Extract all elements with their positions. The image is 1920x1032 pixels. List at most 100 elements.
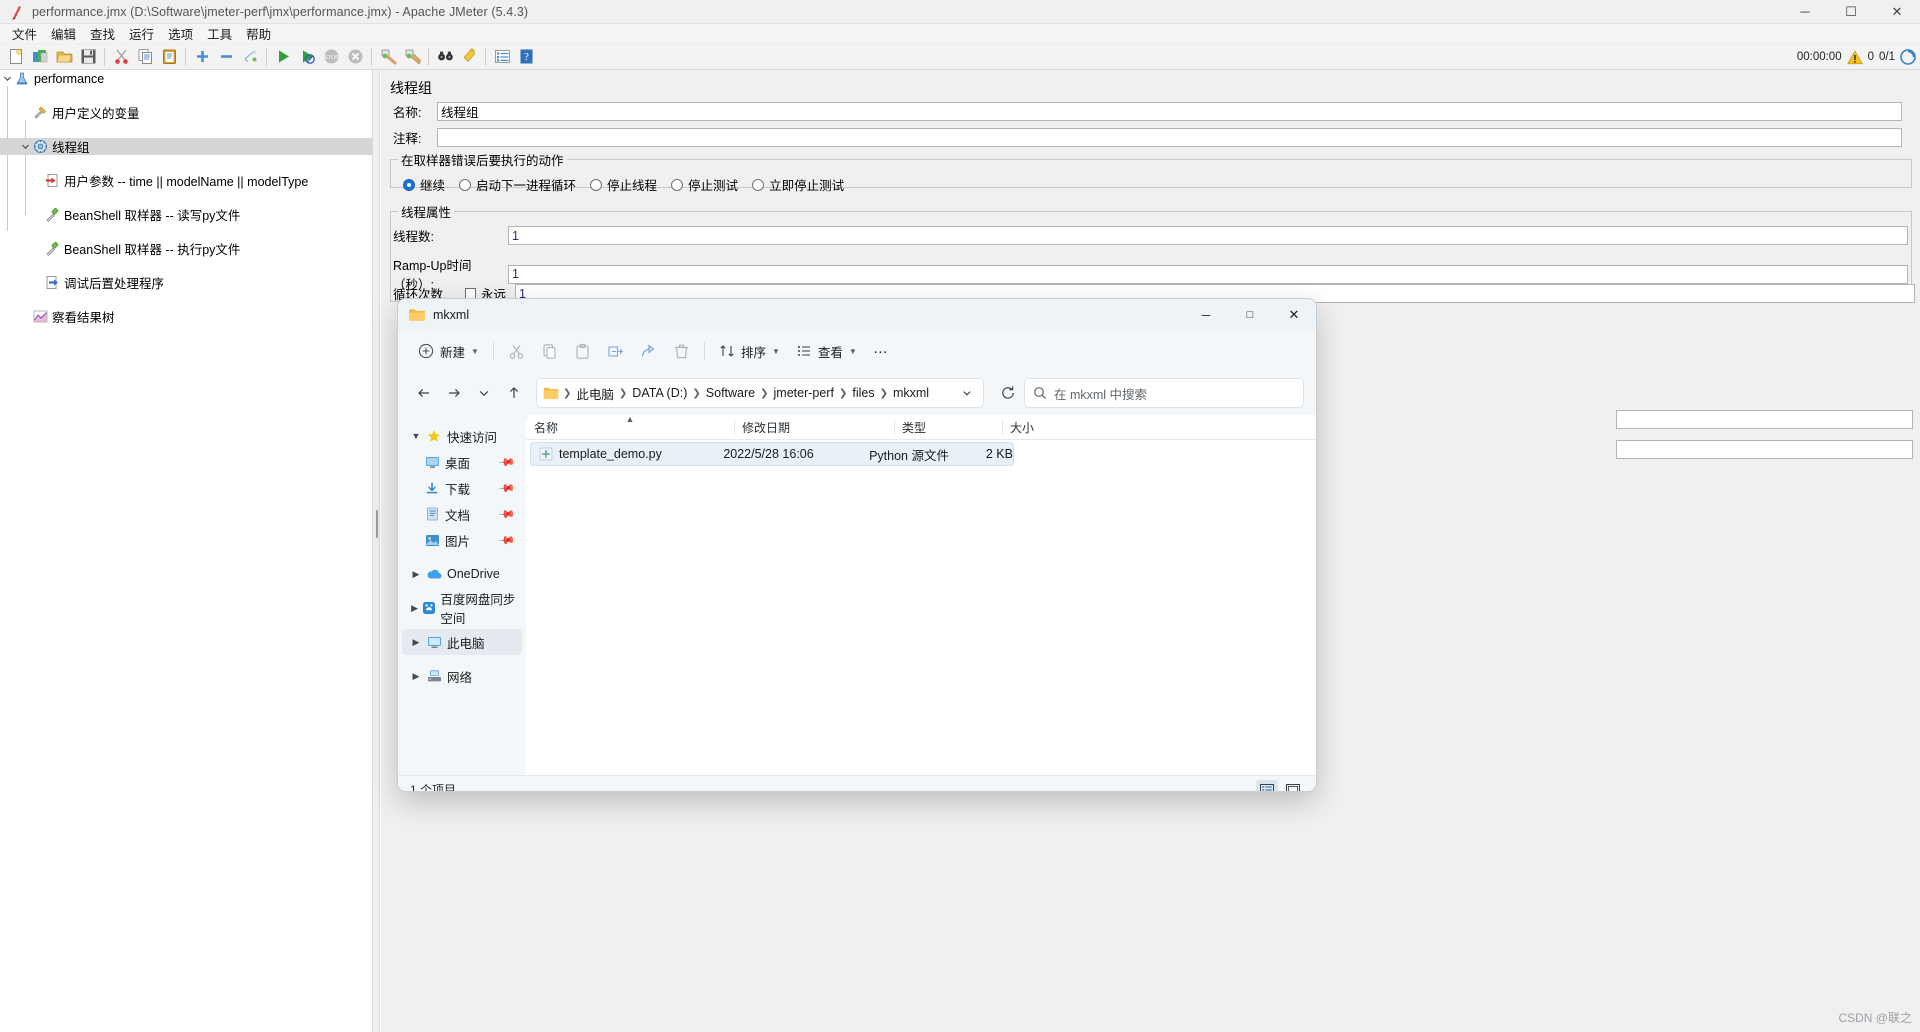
jmeter-minimize-button[interactable]: ─ <box>1782 0 1828 24</box>
tree-item-debug-postprocessor[interactable]: 调试后置处理程序 <box>0 274 372 291</box>
threads-input[interactable]: 1 <box>508 226 1908 245</box>
chevron-down-icon[interactable]: ▼ <box>849 347 857 356</box>
menu-file[interactable]: 文件 <box>5 23 44 44</box>
menu-options[interactable]: 选项 <box>161 23 200 44</box>
chevron-right-icon[interactable]: ▶ <box>408 637 424 648</box>
pin-icon[interactable]: 📌 <box>498 505 517 523</box>
tree-item-view-results-tree[interactable]: 察看结果树 <box>0 308 372 325</box>
breadcrumb-this-pc[interactable]: 此电脑 <box>572 382 618 405</box>
share-button[interactable] <box>632 336 665 366</box>
sidebar-item-downloads[interactable]: 下载 📌 <box>402 475 522 501</box>
pin-icon[interactable]: 📌 <box>498 531 517 549</box>
copy-button[interactable] <box>533 336 566 366</box>
toggle-icon[interactable] <box>239 46 261 68</box>
help-icon[interactable]: ? <box>515 46 537 68</box>
search-input[interactable]: 在 mkxml 中搜索 <box>1024 378 1304 408</box>
column-type[interactable]: 类型 <box>894 415 1002 440</box>
cut-button[interactable] <box>500 336 533 366</box>
forward-arrow-icon[interactable] <box>440 379 468 407</box>
explorer-maximize-button[interactable]: □ <box>1228 299 1272 331</box>
menu-edit[interactable]: 编辑 <box>44 23 83 44</box>
delete-button[interactable] <box>665 336 698 366</box>
copy-icon[interactable] <box>134 46 156 68</box>
menu-help[interactable]: 帮助 <box>239 23 278 44</box>
radio-start-next-loop[interactable]: 启动下一进程循环 <box>459 175 576 194</box>
address-bar[interactable]: ❯ 此电脑 ❯ DATA (D:) ❯ Software ❯ jmeter-pe… <box>536 378 984 408</box>
recent-locations-chevron-down-icon[interactable] <box>470 379 498 407</box>
radio-indicator[interactable] <box>671 178 684 191</box>
sidebar-item-baidu-netdisk[interactable]: ▶ 百度网盘同步空间 <box>402 593 522 626</box>
chevron-right-icon[interactable]: ▶ <box>408 671 424 682</box>
templates-icon[interactable] <box>29 46 51 68</box>
radio-indicator[interactable] <box>459 178 472 191</box>
chevron-down-icon[interactable]: ▼ <box>408 431 424 441</box>
search-icon[interactable] <box>434 46 456 68</box>
jmeter-close-button[interactable]: ✕ <box>1874 0 1920 24</box>
expand-icon[interactable] <box>191 46 213 68</box>
radio-continue[interactable]: 继续 <box>403 175 445 194</box>
radio-stop-test[interactable]: 停止测试 <box>671 175 738 194</box>
start-no-pause-icon[interactable] <box>296 46 318 68</box>
radio-indicator[interactable] <box>403 178 415 191</box>
file-list-pane[interactable]: ▲ 名称 修改日期 类型 大小 template_demo.py 2022/5/… <box>526 414 1316 775</box>
cut-icon[interactable] <box>110 46 132 68</box>
collapse-icon[interactable] <box>215 46 237 68</box>
menu-tools[interactable]: 工具 <box>200 23 239 44</box>
radio-stop-thread[interactable]: 停止线程 <box>590 175 657 194</box>
chevron-down-icon[interactable] <box>0 70 14 87</box>
splitter-grip[interactable] <box>376 510 378 538</box>
sidebar-item-network[interactable]: ▶ 网络 <box>402 663 522 689</box>
save-icon[interactable] <box>77 46 99 68</box>
sidebar-item-this-pc[interactable]: ▶ 此电脑 <box>402 629 522 655</box>
refresh-icon[interactable] <box>994 379 1022 407</box>
menu-run[interactable]: 运行 <box>122 23 161 44</box>
menu-search[interactable]: 查找 <box>83 23 122 44</box>
breadcrumb-files[interactable]: files <box>848 384 878 402</box>
tree-item-beanshell-sampler-read-write[interactable]: BeanShell 取样器 -- 读写py文件 <box>0 206 372 223</box>
pin-icon[interactable]: 📌 <box>498 479 517 497</box>
tree-item-user-parameters[interactable]: 用户参数 -- time || modelName || modelType <box>0 172 372 189</box>
column-date-modified[interactable]: 修改日期 <box>734 415 894 440</box>
table-row[interactable]: template_demo.py 2022/5/28 16:06 Python … <box>530 442 1014 466</box>
navigation-pane[interactable]: ▼ 快速访问 桌面 📌 下载 📌 文档 📌 图片 📌 ▶ OneDrive ▶ … <box>398 415 526 775</box>
address-chevron-down-icon[interactable] <box>961 387 973 399</box>
breadcrumb-mkxml[interactable]: mkxml <box>889 384 933 402</box>
sidebar-item-onedrive[interactable]: ▶ OneDrive <box>402 561 522 587</box>
paste-icon[interactable] <box>158 46 180 68</box>
radio-stop-test-now[interactable]: 立即停止测试 <box>752 175 844 194</box>
breadcrumb-data-d[interactable]: DATA (D:) <box>628 384 691 402</box>
back-arrow-icon[interactable] <box>410 379 438 407</box>
test-plan-tree[interactable]: performance 用户定义的变量 线程组 用户参数 -- time || … <box>0 70 372 1032</box>
hidden-field-1[interactable] <box>1616 410 1913 429</box>
breadcrumb-jmeter-perf[interactable]: jmeter-perf <box>770 384 838 402</box>
breadcrumb-software[interactable]: Software <box>702 384 759 402</box>
jmeter-maximize-button[interactable]: ☐ <box>1828 0 1874 24</box>
comment-input[interactable] <box>437 128 1902 147</box>
warning-icon[interactable] <box>1846 49 1863 65</box>
tree-item-beanshell-sampler-execute[interactable]: BeanShell 取样器 -- 执行py文件 <box>0 240 372 257</box>
details-view-icon[interactable] <box>1256 779 1278 791</box>
pin-icon[interactable]: 📌 <box>498 453 517 471</box>
tree-item-thread-group[interactable]: 线程组 <box>0 138 372 155</box>
shutdown-icon[interactable] <box>344 46 366 68</box>
paste-button[interactable] <box>566 336 599 366</box>
radio-indicator[interactable] <box>590 178 603 191</box>
up-arrow-icon[interactable] <box>500 379 528 407</box>
reset-search-icon[interactable] <box>458 46 480 68</box>
radio-indicator[interactable] <box>752 178 765 191</box>
chevron-down-icon[interactable]: ▼ <box>471 347 479 356</box>
tree-item-performance[interactable]: performance <box>0 70 372 87</box>
open-icon[interactable] <box>53 46 75 68</box>
more-button[interactable]: … <box>865 336 898 366</box>
sidebar-item-documents[interactable]: 文档 📌 <box>402 501 522 527</box>
column-size[interactable]: 大小 <box>1002 415 1082 440</box>
rename-button[interactable] <box>599 336 632 366</box>
explorer-minimize-button[interactable]: ─ <box>1184 299 1228 331</box>
explorer-close-button[interactable]: ✕ <box>1272 299 1316 331</box>
panel-splitter[interactable] <box>372 70 380 1032</box>
chevron-down-icon[interactable]: ▼ <box>772 347 780 356</box>
column-name[interactable]: ▲ 名称 <box>526 414 734 440</box>
new-button[interactable]: 新建 ▼ <box>410 336 487 366</box>
file-name-cell[interactable]: template_demo.py <box>531 447 715 461</box>
function-helper-icon[interactable] <box>491 46 513 68</box>
